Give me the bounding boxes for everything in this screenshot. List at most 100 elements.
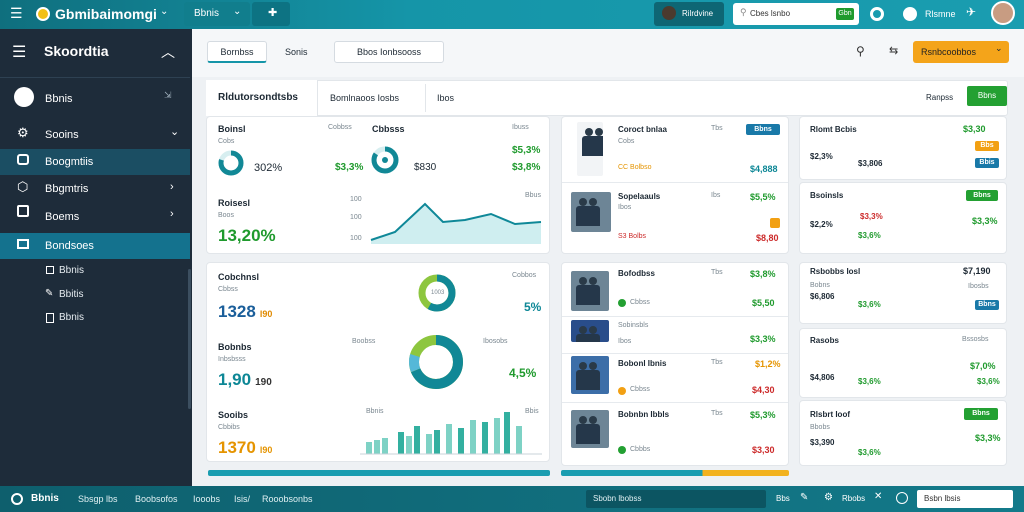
- list-item-sub: Ibos: [618, 338, 632, 345]
- list-item-value: $4,30: [752, 385, 775, 395]
- sidebar-item-bbgmtris[interactable]: [0, 177, 190, 201]
- sidebar-item-label: Bbnis: [45, 93, 73, 105]
- card-footer-bar: [208, 470, 550, 476]
- status-item[interactable]: Rooobsonbs: [262, 494, 313, 504]
- tab-third[interactable]: Ibos: [437, 93, 454, 103]
- theme-toggle-icon[interactable]: [870, 7, 884, 21]
- search-icon[interactable]: ⚲: [856, 44, 865, 58]
- info-icon[interactable]: ⚙: [824, 492, 833, 503]
- big-number: 1370: [218, 438, 256, 457]
- list-item-sub: Cbbss: [630, 386, 650, 393]
- sidebar-scrollbar[interactable]: [188, 269, 191, 409]
- summary-badge[interactable]: Bbns: [975, 300, 999, 310]
- settings-icon[interactable]: ✎: [800, 492, 808, 503]
- close-icon[interactable]: ✕: [874, 491, 882, 502]
- card-third-title: Sooibs: [218, 410, 249, 420]
- summary-title: Rlsbrt Ioof: [810, 410, 850, 419]
- tab-bbos-ionbsooss[interactable]: Bbos Ionbsooss: [334, 41, 444, 63]
- sidebar-subitem-label[interactable]: Bbnis: [59, 312, 84, 323]
- status-item[interactable]: Iooobs: [193, 494, 220, 504]
- summary-value: $3,6%: [858, 377, 881, 386]
- card-big-value: 13,20%: [218, 226, 276, 245]
- sidebar-subitem-label[interactable]: Bbnis: [59, 265, 84, 276]
- tab-sonis[interactable]: Sonis: [285, 47, 308, 57]
- profile-avatar[interactable]: [991, 1, 1015, 25]
- card-right-value: 5%: [524, 300, 542, 314]
- summary-badge[interactable]: Bbs: [975, 141, 999, 151]
- list-item-tag: Tbs: [711, 410, 723, 417]
- account-label[interactable]: Rlsmne: [925, 9, 956, 19]
- expand-icon[interactable]: ⇲: [164, 90, 172, 101]
- notifications-icon[interactable]: [903, 7, 917, 21]
- summary-badge[interactable]: Bbis: [975, 158, 999, 168]
- status-center-text: Sbobn lbobss: [593, 494, 642, 503]
- list-item-sub: Ibos: [618, 204, 632, 211]
- status-brand[interactable]: Bbnis: [31, 493, 59, 504]
- summary-value: $3,3%: [860, 212, 883, 221]
- status-item[interactable]: Bbs: [776, 494, 790, 503]
- status-item[interactable]: Isis/: [234, 494, 250, 504]
- summary-value: $3,6%: [977, 377, 1000, 386]
- hamburger-icon[interactable]: ☰: [12, 42, 26, 62]
- card-right-num: $830: [414, 162, 437, 173]
- green-button[interactable]: Bbns: [967, 86, 1007, 106]
- summary-badge[interactable]: Bbns: [964, 408, 998, 420]
- sidebar-item-label: Bbgmtris: [45, 183, 89, 195]
- status-item[interactable]: Boobsofos: [135, 494, 178, 504]
- sidebar-item-label: Boems: [45, 211, 80, 223]
- search-badge[interactable]: Gbn: [836, 8, 854, 20]
- sidebar: ☰ Skoordtia ︿ Bbnis ⇲ ⚙ Sooins ⌄ Boogmti…: [0, 29, 192, 486]
- user-label: Rilrdvine: [682, 9, 714, 18]
- list-item-value: $3,3%: [750, 334, 776, 344]
- card-big-value: 1370 l90: [218, 438, 272, 458]
- list-thumbnail: [571, 410, 609, 448]
- edit-icon[interactable]: ✎: [45, 288, 53, 299]
- list-item-tag: Ibs: [711, 192, 721, 199]
- progress-ring: [218, 150, 244, 176]
- document-icon[interactable]: [46, 313, 54, 323]
- tab-divider: [425, 84, 426, 112]
- tab-bornbss[interactable]: Bornbss: [207, 41, 267, 63]
- status-item[interactable]: Sbsgp lbs: [78, 494, 118, 504]
- chevron-down-icon[interactable]: ⌄: [160, 6, 168, 17]
- content-tabs: [206, 80, 1008, 116]
- tab-second[interactable]: Bomlnaoos Iosbs: [330, 93, 399, 103]
- app-title: Gbmibaimomgi: [55, 6, 157, 22]
- list-item-sub: Cbbss: [630, 299, 650, 306]
- list-thumbnail: [571, 356, 609, 394]
- card-big-value: 1,90 190: [218, 370, 272, 390]
- tag-icon: ⬡: [17, 179, 29, 194]
- list-item-tag: Tbs: [711, 269, 723, 276]
- filter-icon[interactable]: ⇆: [889, 44, 898, 57]
- list-item-note: CC Bolbso: [618, 164, 652, 171]
- summary-badge[interactable]: Bbns: [966, 190, 998, 201]
- list-item-tag: Tbs: [711, 359, 723, 366]
- list-item-name: Sobinsbls: [618, 322, 649, 329]
- sidebar-subitem-label[interactable]: Bbitis: [59, 289, 83, 300]
- list-thumbnail: [571, 192, 611, 232]
- pin-icon[interactable]: ✈: [966, 5, 976, 19]
- summary-value: $6,806: [810, 292, 835, 301]
- checkbox-icon[interactable]: [46, 266, 54, 274]
- summary-sub: Ibosbs: [968, 283, 989, 290]
- summary-value: $2,2%: [810, 220, 833, 229]
- legend-left: Boobss: [352, 338, 376, 345]
- card-mid-label: Cobbss: [328, 124, 352, 131]
- card-right-title: Cbbsss: [372, 124, 405, 134]
- list-item-tag: Tbs: [711, 125, 723, 132]
- tab-active[interactable]: Rldutorsondtsbs: [206, 80, 318, 116]
- status-item[interactable]: Rbobs: [842, 494, 865, 503]
- info-icon[interactable]: [896, 492, 908, 504]
- search-input-value: Cbes lsnbo: [750, 9, 791, 18]
- list-thumbnail: [577, 122, 603, 176]
- app-logo-icon: [36, 7, 50, 21]
- summary-value: $3,3%: [975, 433, 1001, 443]
- big-number: 1328: [218, 302, 256, 321]
- summary-value: $3,806: [858, 159, 883, 168]
- add-icon: ✚: [268, 7, 278, 19]
- big-unit: 190: [255, 377, 272, 388]
- chevron-up-icon[interactable]: ︿: [161, 42, 175, 62]
- list-item-badge[interactable]: Bbns: [746, 124, 780, 135]
- menu-icon[interactable]: ☰: [10, 5, 23, 22]
- list-item-sub: Cbbbs: [630, 446, 651, 453]
